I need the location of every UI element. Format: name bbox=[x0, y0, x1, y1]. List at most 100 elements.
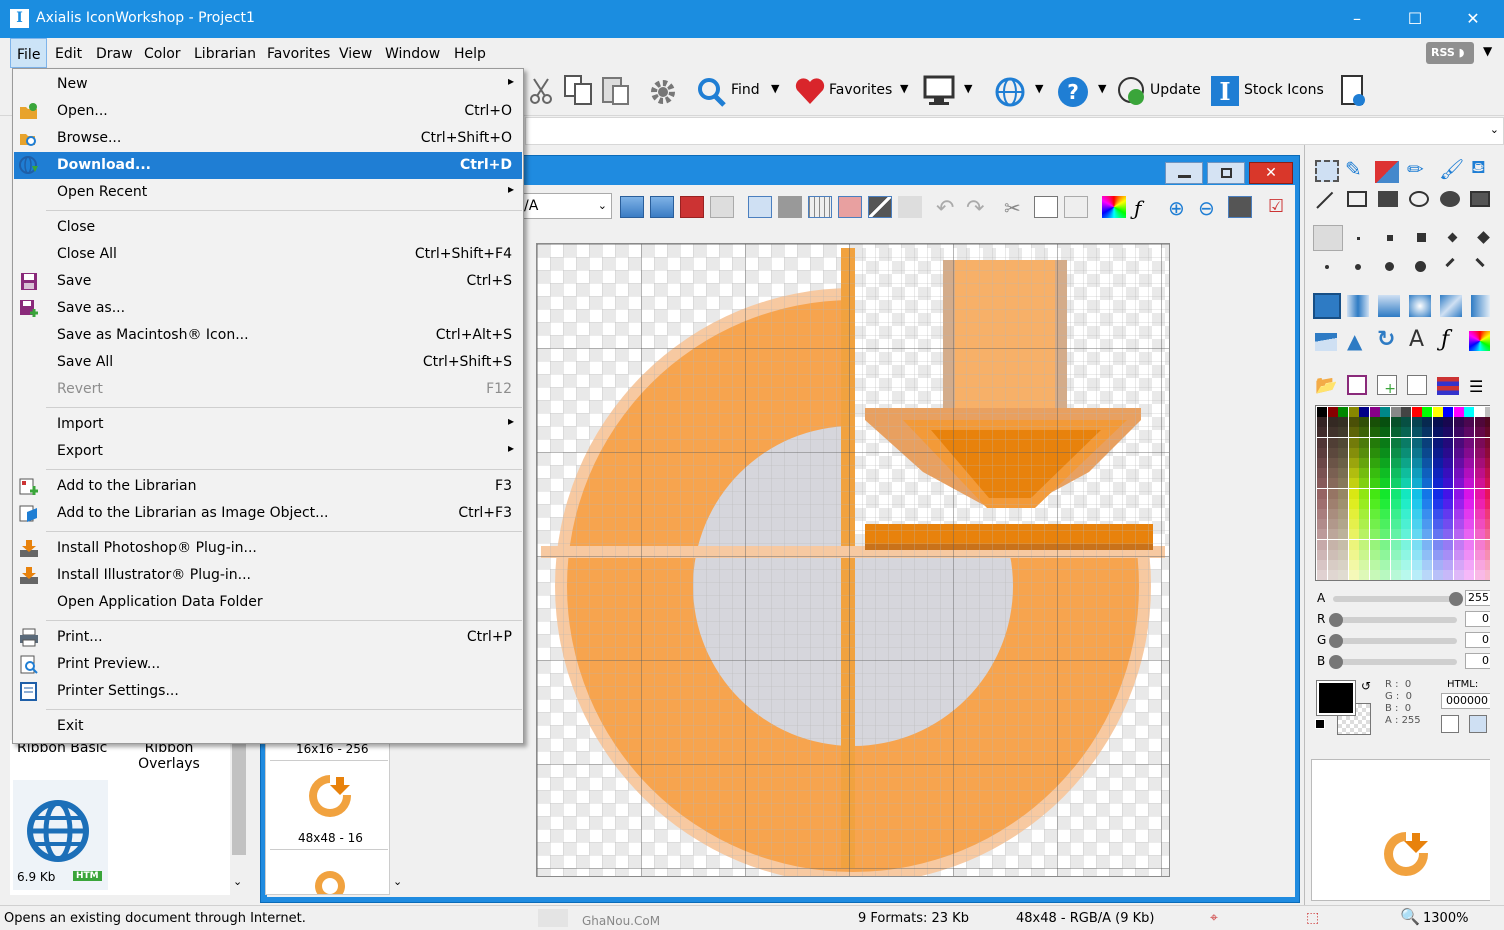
palette-swatch[interactable] bbox=[1390, 560, 1401, 570]
palette-swatch[interactable] bbox=[1327, 549, 1338, 560]
palette-swatch[interactable] bbox=[1453, 458, 1464, 468]
palette-swatch[interactable] bbox=[1348, 447, 1359, 458]
palette-swatch[interactable] bbox=[1338, 468, 1348, 479]
palette-swatch[interactable] bbox=[1317, 417, 1327, 428]
copy-icon[interactable] bbox=[1034, 196, 1058, 218]
palette-swatch[interactable] bbox=[1317, 427, 1327, 438]
brush-size-6-icon[interactable] bbox=[1477, 231, 1490, 244]
picker-tool-icon[interactable]: ✎ bbox=[1345, 157, 1362, 181]
grid-icon[interactable] bbox=[808, 196, 832, 218]
doc-close-button[interactable]: ✕ bbox=[1249, 162, 1293, 184]
palette-swatch[interactable] bbox=[1380, 570, 1390, 581]
palette-swatch[interactable] bbox=[1338, 417, 1348, 428]
palette-swatch[interactable] bbox=[1474, 427, 1485, 438]
palette-swatch[interactable] bbox=[1390, 549, 1401, 560]
palette-swatch[interactable] bbox=[1338, 458, 1348, 468]
palette-swatch[interactable] bbox=[1411, 427, 1422, 438]
palette-swatch[interactable] bbox=[1317, 447, 1327, 458]
menubar-chevron-icon[interactable]: ▼ bbox=[1483, 44, 1492, 58]
palette-swatch[interactable] bbox=[1474, 519, 1485, 530]
palette-swatch[interactable] bbox=[1401, 437, 1411, 448]
palette-delete-icon[interactable] bbox=[1407, 375, 1427, 395]
palette-swatch[interactable] bbox=[1464, 509, 1474, 519]
palette-swatch[interactable] bbox=[1453, 488, 1464, 499]
palette-swatch[interactable] bbox=[1338, 407, 1348, 417]
palette-swatch[interactable] bbox=[1411, 468, 1422, 479]
brush-round-4-icon[interactable] bbox=[1415, 261, 1426, 272]
icon-pixel-art[interactable] bbox=[537, 244, 1173, 884]
paste-icon[interactable] bbox=[1064, 196, 1088, 218]
favorites-label[interactable]: Favorites bbox=[829, 82, 892, 98]
filter-combo[interactable]: ⌄ bbox=[525, 117, 1504, 145]
palette-swatch[interactable] bbox=[1422, 447, 1432, 458]
ellipse-tool-icon[interactable] bbox=[1409, 191, 1429, 207]
palette-swatch[interactable] bbox=[1390, 427, 1401, 438]
format-48x48-icon[interactable] bbox=[306, 771, 356, 821]
paste-color-icon[interactable] bbox=[1469, 715, 1487, 733]
palette-swatch[interactable] bbox=[1348, 509, 1359, 519]
palette-swatch[interactable] bbox=[1359, 529, 1369, 540]
palette-swatch[interactable] bbox=[1432, 498, 1443, 509]
palette-swatch[interactable] bbox=[1464, 570, 1474, 581]
find-icon[interactable] bbox=[696, 76, 728, 108]
copy-color-icon[interactable] bbox=[1441, 715, 1459, 733]
menu-item-add-to-the-librarian-as-image-object[interactable]: Add to the Librarian as Image Object... C… bbox=[14, 500, 522, 527]
palette-swatch[interactable] bbox=[1401, 570, 1411, 581]
palette-swatch[interactable] bbox=[1443, 447, 1453, 458]
filled-rect-tool-icon[interactable] bbox=[1378, 191, 1398, 207]
palette-swatch[interactable] bbox=[1327, 447, 1338, 458]
menu-item-install-illustrator-plug-in[interactable]: Install Illustrator® Plug-in... bbox=[14, 562, 522, 589]
palette-swatch[interactable] bbox=[1401, 529, 1411, 540]
palette-swatch[interactable] bbox=[1327, 437, 1338, 448]
palette-swatch[interactable] bbox=[1390, 498, 1401, 509]
menu-item-close[interactable]: Close bbox=[14, 214, 522, 241]
palette-swatch[interactable] bbox=[1422, 570, 1432, 581]
palette-swatch[interactable] bbox=[1453, 529, 1464, 540]
brush-round-1-icon[interactable] bbox=[1325, 265, 1329, 269]
find-dropdown-icon[interactable]: ▼ bbox=[771, 82, 779, 95]
palette-swatch[interactable] bbox=[1453, 560, 1464, 570]
palette-swatch[interactable] bbox=[1380, 509, 1390, 519]
palette-swatch[interactable] bbox=[1327, 539, 1338, 550]
filled-ellipse-tool-icon[interactable] bbox=[1440, 191, 1460, 207]
palette-swatch[interactable] bbox=[1327, 519, 1338, 530]
palette-swatch[interactable] bbox=[1317, 549, 1327, 560]
library-ribbon-overlays[interactable]: Ribbon Overlays bbox=[134, 740, 204, 772]
palette-swatch[interactable] bbox=[1443, 570, 1453, 581]
menu-item-save-all[interactable]: Save All Ctrl+Shift+S bbox=[14, 349, 522, 376]
palette-swatch[interactable] bbox=[1380, 560, 1390, 570]
palette-swatch[interactable] bbox=[1432, 570, 1443, 581]
palette-swatch[interactable] bbox=[1369, 560, 1380, 570]
alpha-slider-knob[interactable] bbox=[1449, 592, 1463, 606]
cut-icon[interactable] bbox=[528, 76, 554, 106]
palette-swatch[interactable] bbox=[1474, 407, 1485, 417]
palette-swatch[interactable] bbox=[1464, 417, 1474, 428]
settings-gear-icon[interactable] bbox=[647, 76, 679, 108]
palette-swatch[interactable] bbox=[1401, 498, 1411, 509]
palette-swatch[interactable] bbox=[1369, 488, 1380, 499]
palette-swatch[interactable] bbox=[1380, 549, 1390, 560]
menu-librarian[interactable]: Librarian bbox=[188, 38, 262, 68]
minimize-button[interactable]: – bbox=[1328, 0, 1386, 38]
palette-swatch[interactable] bbox=[1453, 417, 1464, 428]
palette-swatch[interactable] bbox=[1348, 407, 1359, 417]
palette-swatch[interactable] bbox=[1401, 488, 1411, 499]
update-icon[interactable] bbox=[1116, 75, 1148, 107]
palette-swatch[interactable] bbox=[1411, 488, 1422, 499]
palette-swatch[interactable] bbox=[1390, 447, 1401, 458]
palette-swatch[interactable] bbox=[1317, 529, 1327, 540]
palette-swatch[interactable] bbox=[1432, 549, 1443, 560]
document-info-icon[interactable] bbox=[1340, 74, 1368, 108]
palette-open-icon[interactable]: 📂 bbox=[1315, 375, 1337, 396]
palette-swatch[interactable] bbox=[1464, 468, 1474, 479]
menu-item-open-recent[interactable]: Open Recent ▸ bbox=[14, 179, 522, 206]
menu-edit[interactable]: Edit bbox=[49, 38, 88, 68]
palette-swatch[interactable] bbox=[1390, 478, 1401, 489]
palette-swatch[interactable] bbox=[1380, 417, 1390, 428]
palette-swatch[interactable] bbox=[1464, 478, 1474, 489]
tool-gradient-icon[interactable]: ▲ bbox=[1347, 329, 1362, 353]
palette-swatch[interactable] bbox=[1443, 509, 1453, 519]
line-tool-icon[interactable] bbox=[1316, 191, 1334, 209]
palette-swatch[interactable] bbox=[1432, 560, 1443, 570]
palette-swatch[interactable] bbox=[1474, 488, 1485, 499]
